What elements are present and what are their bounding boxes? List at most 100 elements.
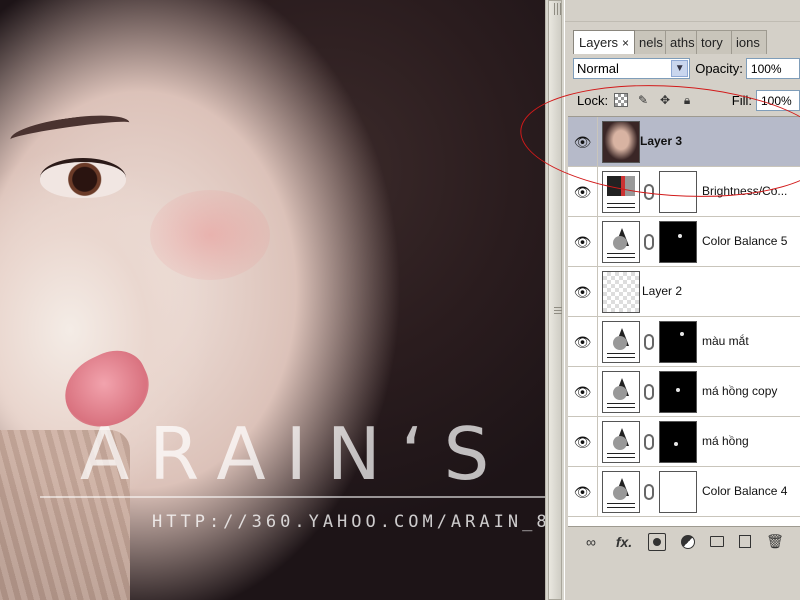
color-balance-icon [611,378,633,400]
eye-visibility-icon[interactable]: 👁︎ [568,117,598,167]
lock-row: Lock: ✎ ✥ 🔒︎ Fill: 100% [573,88,800,112]
lock-pixels-brush-icon[interactable]: ✎ [636,93,650,107]
eye-visibility-icon[interactable]: 👁︎ [568,167,598,217]
eye-visibility-icon[interactable]: 👁︎ [568,367,598,417]
chain-link-icon[interactable] [644,434,654,450]
adjustment-thumbnail [602,171,640,213]
adjustment-thumbnail [602,471,640,513]
grip-icon [554,3,562,15]
tab-channels[interactable]: nels [634,30,667,54]
chain-link-icon[interactable] [644,184,654,200]
lock-transparency-icon[interactable] [614,93,629,107]
fill-label: Fill: [731,92,752,108]
adjustment-bar [607,353,635,358]
chain-link-icon[interactable] [644,334,654,350]
eye-visibility-icon[interactable]: 👁︎ [568,417,598,467]
cheek-blush [150,190,270,280]
link-layers-icon[interactable]: ∞ [582,533,600,551]
layers-list: 👁︎ Layer 3 👁︎ Brightness/Co... 👁︎ Color … [568,116,800,526]
lock-position-move-icon[interactable]: ✥ [658,93,672,107]
layer-row[interactable]: 👁︎ Brightness/Co... [568,167,800,217]
chain-link-icon[interactable] [644,484,654,500]
trash-icon[interactable]: 🗑︎ [766,533,784,551]
eye-visibility-icon[interactable]: 👁︎ [568,217,598,267]
lock-all-padlock-icon[interactable]: 🔒︎ [680,93,694,107]
chain-link-icon[interactable] [644,384,654,400]
vertical-scrollbar[interactable] [545,0,564,600]
adjustment-layer-icon[interactable] [681,534,695,549]
grip-icon [554,307,562,315]
adjustment-bar [607,503,635,508]
layer-name: Layer 3 [640,134,683,148]
blend-row: Normal ▼ Opacity: 100% [573,56,800,80]
layer-name: Brightness/Co... [702,184,788,198]
eye-visibility-icon[interactable]: 👁︎ [568,267,598,317]
tab-layers[interactable]: Layers × [573,30,636,54]
tab-label: ions [736,35,760,50]
lock-label: Lock: [577,92,609,108]
tab-history[interactable]: tory [696,30,733,54]
color-balance-icon [611,228,633,250]
layer-name: Layer 2 [642,284,683,298]
opacity-input[interactable]: 100% [745,57,800,79]
tab-actions[interactable]: ions [731,30,768,54]
layer-thumbnail [602,271,640,313]
tab-label: Layers [579,35,619,50]
watermark-url: HTTP://360.YAHOO.COM/ARAIN_8X [152,512,565,532]
scrollbar-thumb[interactable] [548,0,562,600]
layer-row[interactable]: 👁︎ Layer 3 [568,117,800,167]
adjustment-thumbnail [602,221,640,263]
layer-name: má hồng [702,434,749,448]
color-balance-icon [611,328,633,350]
layer-row[interactable]: 👁︎ má hồng copy [568,367,800,417]
eye-visibility-icon[interactable]: 👁︎ [568,317,598,367]
tab-paths[interactable]: aths [665,30,698,54]
adjustment-thumbnail [602,371,640,413]
new-group-icon[interactable] [710,536,724,547]
new-layer-icon[interactable] [739,535,751,548]
eye-visibility-icon[interactable]: 👁︎ [568,467,598,517]
color-balance-icon [611,428,633,450]
brightness-contrast-icon [607,176,635,196]
close-icon[interactable]: × [622,36,629,50]
adjustment-bar [607,403,635,408]
tab-label: nels [639,35,663,50]
panel-titlebar[interactable] [565,0,800,22]
layer-mask-thumbnail [659,421,697,463]
layer-name: màu mắt [702,334,749,348]
layer-row[interactable]: 👁︎ má hồng [568,417,800,467]
color-balance-icon [611,478,633,500]
layer-mask-thumbnail [659,171,697,213]
add-mask-icon[interactable] [648,532,666,551]
fx-icon[interactable]: fx. [615,533,633,551]
adjustment-thumbnail [602,421,640,463]
eye [40,158,126,198]
layer-row[interactable]: 👁︎ Color Balance 4 [568,467,800,517]
blend-mode-value: Normal [577,60,619,76]
layer-row[interactable]: 👁︎ Color Balance 5 [568,217,800,267]
layer-mask-thumbnail [659,321,697,363]
layer-row[interactable]: 👁︎ Layer 2 [568,267,800,317]
adjustment-bar [607,453,635,458]
layer-name: má hồng copy [702,384,778,398]
layer-mask-thumbnail [659,221,697,263]
blend-mode-select[interactable]: Normal ▼ [573,57,691,79]
panel-tabs: Layers × nels aths tory ions [573,30,768,54]
adjustment-thumbnail [602,321,640,363]
layer-mask-thumbnail [659,471,697,513]
layers-bottom-toolbar: ∞ fx. 🗑︎ [568,526,800,556]
chain-link-icon[interactable] [644,234,654,250]
document-canvas[interactable] [0,0,545,600]
adjustment-bar [607,203,635,208]
adjustment-bar [607,253,635,258]
tab-label: aths [670,35,695,50]
layer-name: Color Balance 4 [702,484,788,498]
chevron-down-icon[interactable]: ▼ [671,59,689,77]
opacity-label: Opacity: [695,60,743,76]
fill-input[interactable]: 100% [756,89,800,111]
eyebrow [8,109,132,153]
layers-panel: Layers × nels aths tory ions Normal ▼ Opa… [565,0,800,600]
layer-name: Color Balance 5 [702,234,788,248]
layer-row[interactable]: 👁︎ màu mắt [568,317,800,367]
layer-mask-thumbnail [659,371,697,413]
